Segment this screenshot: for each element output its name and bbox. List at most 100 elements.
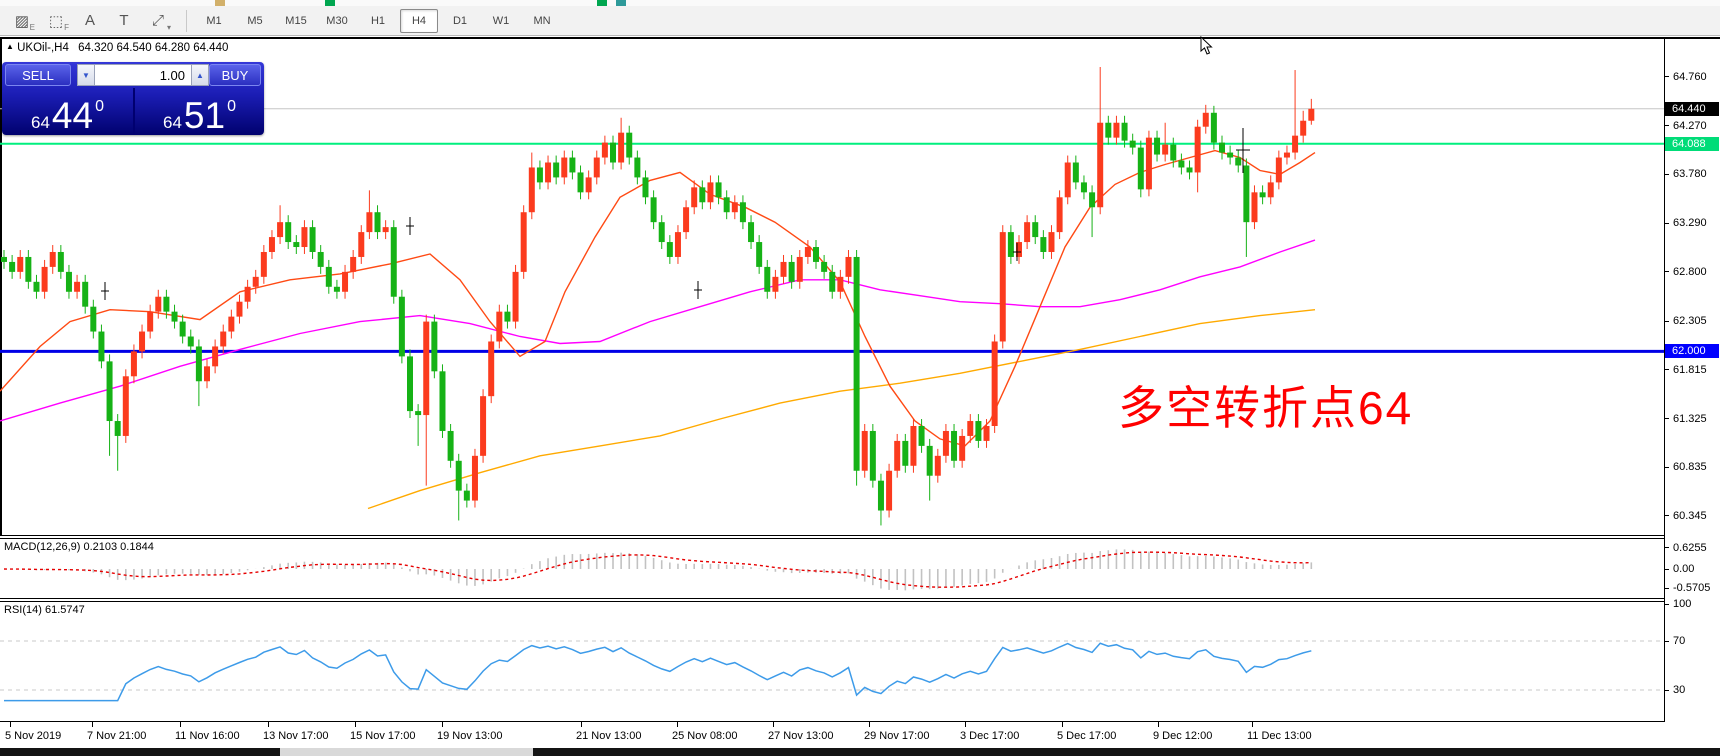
time-axis-label: 5 Nov 2019 (5, 730, 62, 742)
sell-button[interactable]: SELL (5, 64, 71, 86)
timeframe-button-h1[interactable]: H1 (359, 9, 397, 33)
indicator-axis[interactable]: 0.6255 0.00 -0.5705 100 70 30 (1665, 535, 1720, 722)
price-axis-label: 63.780 (1673, 168, 1707, 181)
bullish-candle (707, 182, 714, 203)
bearish-candle (82, 281, 89, 307)
panel-separator[interactable] (0, 598, 1664, 599)
bullish-candle (1275, 157, 1282, 183)
bearish-candle (98, 331, 105, 362)
bullish-candle (155, 296, 162, 312)
time-axis-tick (965, 722, 966, 727)
bearish-candle (65, 271, 72, 292)
volume-increase-button[interactable]: ▲ (191, 64, 209, 86)
time-axis-tick (92, 722, 93, 727)
bullish-candle (342, 271, 349, 292)
axis-tick (1665, 466, 1669, 468)
time-axis-label: 11 Nov 16:00 (175, 730, 240, 742)
bearish-candle (447, 430, 454, 461)
bearish-candle (398, 296, 405, 357)
price-axis-label: 64.270 (1673, 119, 1707, 132)
time-axis-tick (677, 722, 678, 727)
bearish-candle (569, 157, 576, 173)
bullish-candle (358, 232, 365, 257)
buy-price-whole: 64 (163, 113, 182, 132)
bearish-candle (1243, 165, 1250, 223)
timeframe-button-mn[interactable]: MN (523, 9, 561, 33)
time-axis-tick (1158, 722, 1159, 727)
timeframe-button-m15[interactable]: M15 (277, 9, 315, 33)
bearish-candle (553, 162, 560, 178)
text-a-icon: A (84, 12, 95, 29)
bearish-candle (431, 321, 438, 372)
bullish-candle (49, 251, 56, 267)
bullish-candle (236, 301, 243, 317)
text-box-icon[interactable]: T (108, 8, 140, 34)
bearish-candle (293, 242, 300, 248)
timeframe-button-m5[interactable]: M5 (236, 9, 274, 33)
bearish-candle (1072, 162, 1079, 183)
timeframe-button-h4[interactable]: H4 (400, 8, 438, 33)
price-axis[interactable]: 64.760 64.270 63.780 63.290 62.800 62.305 61.8… (1665, 39, 1720, 535)
bullish-candle (244, 286, 251, 302)
grid-f-icon: ⬚ (48, 12, 64, 30)
timeframe-button-w1[interactable]: W1 (482, 9, 520, 33)
arrows-tool-icon: ⤢ (151, 12, 164, 29)
crosshatch-e-icon: ▨ (14, 12, 30, 30)
bearish-candle (658, 222, 665, 243)
bearish-candle (1, 256, 7, 262)
axis-tick (1665, 418, 1669, 420)
bullish-candle (674, 232, 681, 257)
bearish-candle (504, 311, 511, 322)
timeframe-button-m30[interactable]: M30 (318, 9, 356, 33)
bullish-candle (528, 167, 535, 213)
buy-button[interactable]: BUY (209, 64, 261, 86)
sell-price-display[interactable]: 64 44 0 (2, 88, 133, 135)
bearish-candle (1154, 137, 1161, 155)
bearish-candle (577, 172, 584, 193)
time-axis-tick (773, 722, 774, 727)
time-axis-tick (869, 722, 870, 727)
arrows-tool-icon[interactable]: ⤢ ▾ (142, 8, 174, 34)
timeframe-button-m1[interactable]: M1 (195, 9, 233, 33)
time-axis[interactable]: 5 Nov 2019 7 Nov 21:00 11 Nov 16:00 13 Nov … (0, 722, 1664, 748)
bearish-candle (114, 421, 121, 436)
bullish-candle (934, 455, 941, 476)
sell-price-point: 0 (95, 98, 104, 115)
bearish-candle (650, 197, 657, 223)
text-a-icon[interactable]: A (74, 8, 106, 34)
time-axis-label: 11 Dec 13:00 (1247, 730, 1312, 742)
macd-signal-line (3, 551, 1312, 588)
axis-tick (1665, 222, 1669, 224)
indicator-axis-label: 0.6255 (1673, 541, 1707, 554)
volume-input[interactable] (95, 64, 191, 86)
bullish-candle (959, 435, 966, 461)
buy-price-display[interactable]: 64 51 0 (135, 88, 264, 135)
axis-tick (1665, 125, 1669, 127)
panel-separator[interactable] (0, 535, 1664, 536)
bearish-candle (918, 425, 925, 446)
time-axis-label: 27 Nov 13:00 (768, 730, 834, 742)
bearish-candle (821, 261, 828, 272)
bearish-candle (739, 202, 746, 223)
bullish-candle (861, 430, 868, 471)
grid-f-icon[interactable]: ⬚ F (40, 8, 72, 34)
bearish-candle (877, 480, 884, 511)
time-axis-tick (180, 722, 181, 727)
volume-decrease-button[interactable]: ▼ (77, 64, 95, 86)
bullish-candle (480, 396, 487, 456)
bearish-candle (1235, 157, 1242, 166)
crosshatch-e-icon[interactable]: ▨ E (6, 8, 38, 34)
bullish-candle (691, 187, 698, 208)
bearish-candle (1219, 142, 1225, 153)
bullish-candle (350, 256, 357, 272)
mouse-cursor (1200, 36, 1213, 55)
bearish-candle (1089, 192, 1096, 208)
bearish-candle (642, 177, 649, 198)
bearish-candle (325, 266, 332, 287)
sell-price-whole: 64 (31, 113, 50, 132)
axis-tick (1665, 271, 1669, 273)
bullish-candle (512, 271, 519, 322)
bullish-candle (837, 276, 844, 292)
bullish-candle (886, 470, 893, 511)
timeframe-button-d1[interactable]: D1 (441, 9, 479, 33)
